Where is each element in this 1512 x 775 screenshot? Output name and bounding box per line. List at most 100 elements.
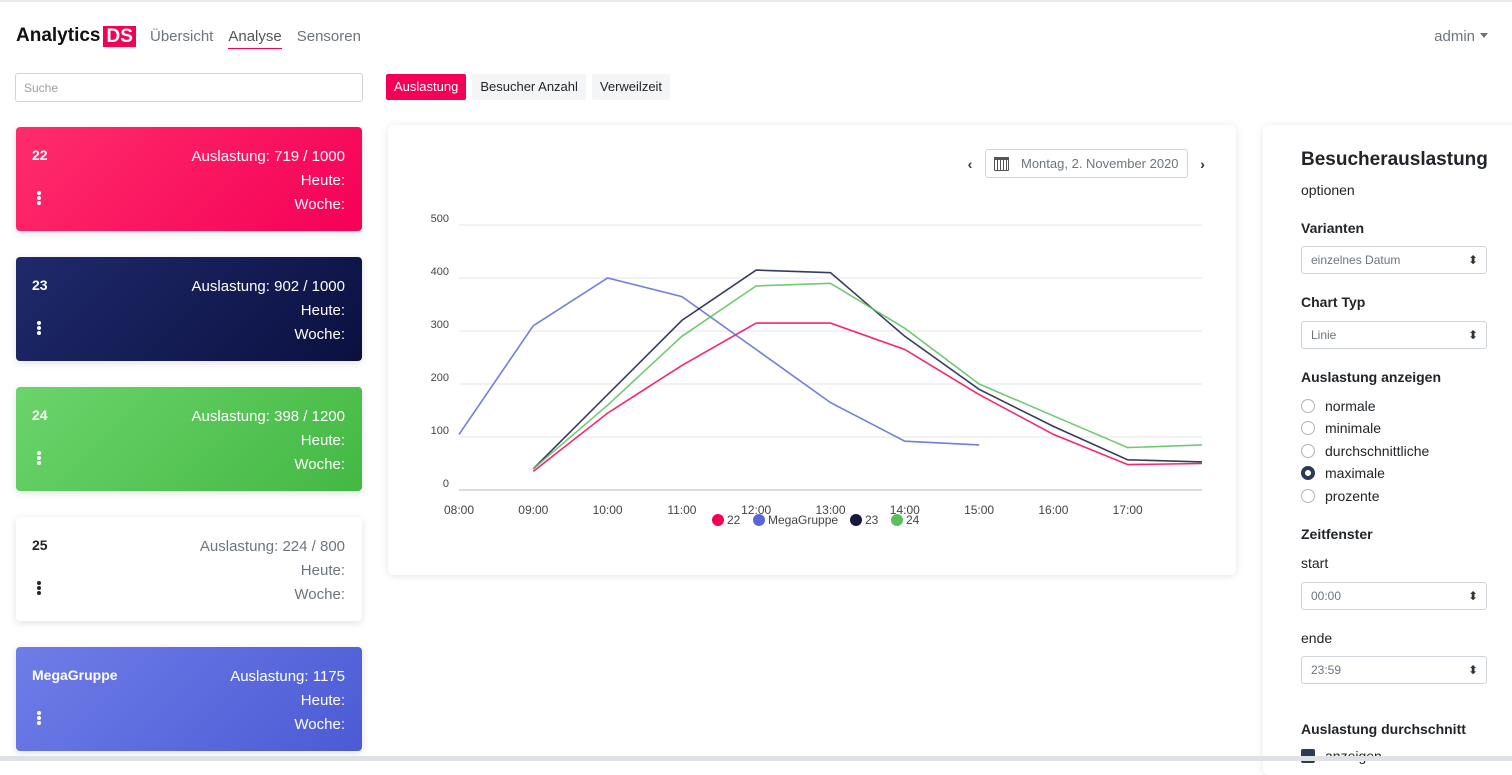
card-auslastung: Auslastung: 902 / 1000 (191, 278, 345, 295)
varianten-label: Varianten (1301, 220, 1365, 236)
tab-besucher-anzahl[interactable]: Besucher Anzahl (472, 74, 586, 100)
radio-circle[interactable] (1301, 399, 1315, 413)
card-heute: Heute: (300, 432, 345, 449)
x-tick-label: 17:00 (1113, 503, 1143, 517)
y-tick-label: 0 (443, 478, 449, 490)
radio-label: durchschnittliche (1325, 443, 1430, 459)
radio-circle[interactable] (1301, 421, 1315, 435)
radio-minimale[interactable]: minimale (1301, 420, 1381, 436)
start-label: start (1301, 555, 1329, 571)
more-options-icon[interactable] (36, 190, 42, 206)
series-line-23 (532, 269, 1203, 470)
radio-normale[interactable]: normale (1301, 398, 1376, 414)
legend-marker (850, 514, 862, 526)
y-tick-label: 500 (431, 213, 449, 225)
card-woche: Woche: (294, 456, 345, 473)
radio-durchschnittliche[interactable]: durchschnittliche (1301, 443, 1429, 459)
x-tick-label: 15:00 (964, 503, 994, 517)
card-stats: Auslastung: 1175 Heute: Woche: (230, 665, 345, 737)
y-tick-label: 100 (431, 425, 449, 437)
card-stats: Auslastung: 719 / 1000 Heute: Woche: (192, 145, 345, 217)
y-tick-label: 200 (431, 372, 449, 384)
brand-text: Analytics (16, 25, 101, 46)
more-options-icon[interactable] (36, 320, 42, 336)
sensor-card-22[interactable]: 22 Auslastung: 719 / 1000 Heute: Woche: (16, 127, 362, 231)
y-tick-label: 300 (431, 319, 449, 331)
legend-label: 23 (865, 513, 879, 527)
y-tick-label: 400 (431, 266, 449, 278)
main-nav: Übersicht Analyse Sensoren (150, 28, 361, 49)
sensor-card-25[interactable]: 25 Auslastung: 224 / 800 Heute: Woche: (16, 517, 362, 621)
card-heute: Heute: (300, 692, 345, 709)
card-woche: Woche: (294, 586, 345, 603)
radio-label: normale (1325, 398, 1376, 414)
x-tick-label: 11:00 (667, 503, 696, 517)
card-heute: Heute: (300, 562, 345, 579)
card-heute: Heute: (300, 172, 345, 189)
x-tick-label: 16:00 (1038, 503, 1068, 517)
more-options-icon[interactable] (36, 710, 42, 726)
chart-typ-select[interactable]: Linie (1301, 321, 1487, 349)
ende-label: ende (1301, 630, 1333, 646)
horizontal-scrollbar[interactable] (0, 756, 1512, 761)
more-options-icon[interactable] (36, 450, 42, 466)
view-tabs: Auslastung Besucher Anzahl Verweilzeit (386, 74, 671, 100)
card-auslastung: Auslastung: 224 / 800 (199, 538, 345, 555)
auslastung-durchschnitt-label: Auslastung durchschnitt (1301, 721, 1466, 737)
tab-verweilzeit[interactable]: Verweilzeit (591, 74, 671, 100)
card-name: 23 (32, 277, 48, 293)
nav-uebersicht[interactable]: Übersicht (150, 28, 213, 49)
user-menu-dropdown[interactable]: admin (1434, 28, 1488, 45)
date-picker[interactable]: Montag, 2. November 2020 (985, 149, 1188, 178)
legend-marker (712, 514, 724, 526)
card-stats: Auslastung: 224 / 800 Heute: Woche: (200, 535, 345, 607)
card-name: 24 (32, 407, 48, 423)
card-heute: Heute: (300, 302, 345, 319)
legend-label: 22 (727, 513, 741, 527)
card-woche: Woche: (294, 326, 345, 343)
card-auslastung: Auslastung: 719 / 1000 (191, 148, 345, 165)
card-stats: Auslastung: 398 / 1200 Heute: Woche: (192, 405, 345, 477)
date-value: Montag, 2. November 2020 (1021, 156, 1179, 171)
series-line-24 (532, 282, 1203, 470)
end-time-select[interactable]: 23:59 (1301, 656, 1487, 684)
radio-circle[interactable] (1301, 444, 1315, 458)
radio-circle-selected[interactable] (1301, 466, 1315, 480)
brand-logo[interactable]: Analytics DS (16, 25, 136, 47)
zeitfenster-label: Zeitfenster (1301, 526, 1373, 542)
legend-label: MegaGruppe (768, 513, 838, 527)
more-options-icon[interactable] (36, 580, 42, 596)
search-input[interactable] (15, 73, 363, 102)
radio-circle[interactable] (1301, 489, 1315, 503)
card-name: 22 (32, 147, 48, 163)
series-line-22 (532, 322, 1203, 473)
card-woche: Woche: (294, 716, 345, 733)
radio-label: maximale (1325, 465, 1385, 481)
options-title: Besucherauslastung (1301, 149, 1488, 170)
card-woche: Woche: (294, 196, 345, 213)
radio-maximale[interactable]: maximale (1301, 465, 1385, 481)
card-name: 25 (32, 537, 48, 553)
tab-auslastung[interactable]: Auslastung (386, 74, 467, 100)
next-day-icon[interactable]: › (1196, 156, 1210, 172)
start-time-select[interactable]: 00:00 (1301, 582, 1487, 610)
x-tick-label: 10:00 (593, 503, 623, 517)
legend-marker (891, 514, 903, 526)
card-name: MegaGruppe (32, 667, 118, 683)
nav-analyse[interactable]: Analyse (228, 28, 282, 49)
card-auslastung: Auslastung: 398 / 1200 (191, 408, 345, 425)
radio-label: minimale (1325, 420, 1382, 436)
varianten-select[interactable]: einzelnes Datum (1301, 246, 1487, 274)
top-border (0, 0, 1512, 2)
sensor-card-23[interactable]: 23 Auslastung: 902 / 1000 Heute: Woche: (16, 257, 362, 361)
prev-day-icon[interactable]: ‹ (963, 156, 977, 172)
nav-sensoren[interactable]: Sensoren (297, 28, 361, 49)
options-panel: Besucherauslastung optionen Varianten ei… (1263, 125, 1512, 775)
radio-label: prozente (1325, 488, 1380, 504)
radio-prozente[interactable]: prozente (1301, 488, 1379, 504)
sensor-card-megagruppe[interactable]: MegaGruppe Auslastung: 1175 Heute: Woche… (16, 647, 362, 751)
options-subtitle: optionen (1301, 182, 1355, 198)
chart-panel: 0 100 200 300 400 500 08:00 09:00 10:00 11:00 12:0… (388, 125, 1236, 575)
sensor-card-24[interactable]: 24 Auslastung: 398 / 1200 Heute: Woche: (16, 387, 362, 491)
x-tick-label: 09:00 (518, 503, 548, 517)
